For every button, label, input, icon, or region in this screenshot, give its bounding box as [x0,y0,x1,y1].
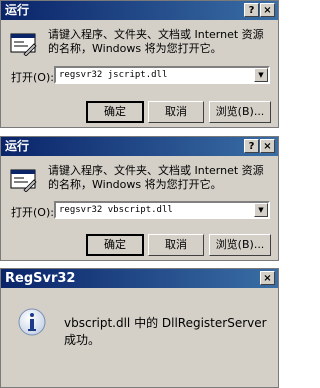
window-title: 运行 [5,139,30,153]
help-icon: ? [248,141,255,152]
run-icon [10,169,37,192]
open-label: 打开(O): [11,206,54,219]
browse-button[interactable]: 浏览(B)... [209,101,271,123]
window-title: 运行 [5,3,30,17]
close-icon: × [263,273,272,284]
help-button[interactable]: ? [244,3,259,17]
message-text: vbscript.dll 中的 DllRegisterServer 成功。 [64,316,267,347]
close-button[interactable]: × [260,139,275,153]
cancel-button[interactable]: 取消 [148,234,204,256]
prompt-text: 请键入程序、文件夹、文档或 Internet 资源的名称，Windows 将为您… [48,164,264,191]
command-input[interactable]: regsvr32 vbscript.dll ▼ [54,201,270,219]
regsvr32-dialog: RegSvr32 × vbscript.dll 中的 DllRegisterSe… [0,268,279,388]
ok-button[interactable]: 确定 [86,234,144,256]
title-bar: 运行 [1,137,278,156]
close-button[interactable]: × [260,3,275,17]
title-bar: 运行 [1,1,278,20]
browse-button[interactable]: 浏览(B)... [209,234,271,256]
open-label: 打开(O): [11,71,54,84]
cancel-button[interactable]: 取消 [148,101,204,123]
help-button[interactable]: ? [244,139,259,153]
info-icon [18,308,46,336]
title-bar: RegSvr32 [1,269,278,288]
command-value: regsvr32 vbscript.dll [59,205,173,215]
command-input[interactable]: regsvr32 jscript.dll ▼ [54,66,270,84]
close-icon: × [263,141,272,152]
run-dialog-2: 运行 ? × 请键入程序、文件夹、文档或 Internet 资源的名称，Wind… [0,136,279,261]
close-button[interactable]: × [260,271,275,285]
help-icon: ? [248,5,255,16]
close-icon: × [263,5,272,16]
run-dialog-1: 运行 ? × 请键入程序、文件夹、文档或 Internet 资源的名称，Wind… [0,0,279,128]
dropdown-arrow-icon[interactable]: ▼ [254,68,268,82]
dropdown-arrow-icon[interactable]: ▼ [254,203,268,217]
prompt-text: 请键入程序、文件夹、文档或 Internet 资源的名称，Windows 将为您… [48,28,264,55]
command-value: regsvr32 jscript.dll [59,70,168,80]
run-icon [10,33,37,56]
window-title: RegSvr32 [5,271,76,286]
ok-button[interactable]: 确定 [86,101,144,123]
